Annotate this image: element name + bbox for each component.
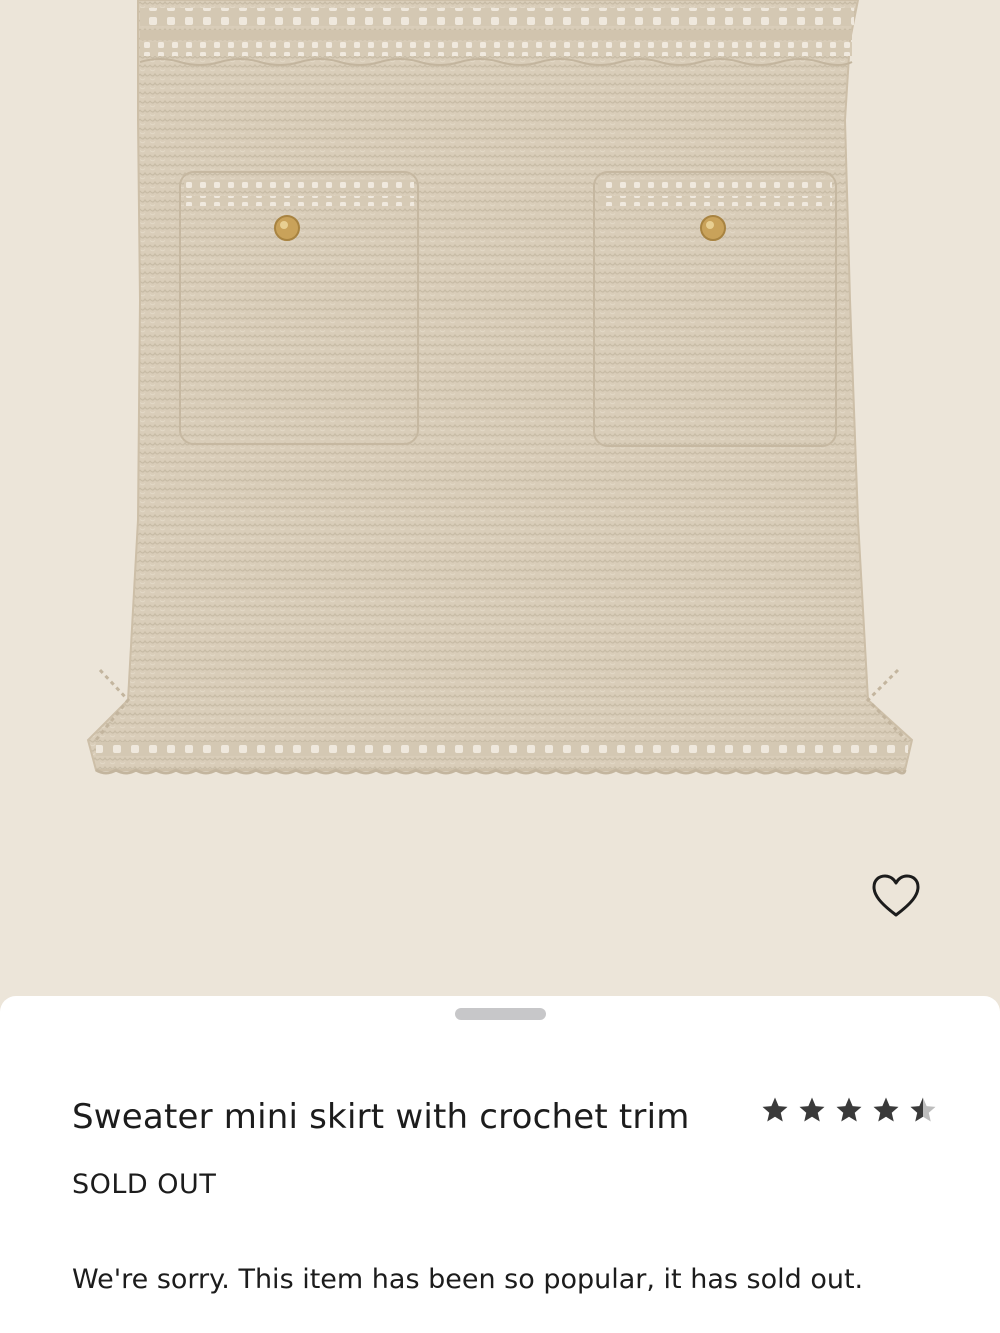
left-pocket-button: [274, 215, 300, 241]
favorite-button[interactable]: [870, 872, 922, 920]
sheet-drag-handle[interactable]: [455, 1008, 546, 1020]
hem-eyelets: [96, 742, 908, 756]
star-icon: [799, 1097, 825, 1122]
star-half-icon: [910, 1097, 936, 1122]
product-info-sheet: Sweater mini skirt with crochet trim SOL…: [0, 996, 1000, 1333]
stock-status: SOLD OUT: [72, 1169, 217, 1200]
product-image[interactable]: [0, 0, 1000, 1010]
rating-stars[interactable]: [760, 1092, 938, 1128]
star-icon: [836, 1097, 862, 1122]
sold-out-message: We're sorry. This item has been so popul…: [72, 1264, 864, 1295]
waistband-eyelets: [140, 8, 854, 26]
star-icon: [762, 1097, 788, 1122]
star-icon: [873, 1097, 899, 1122]
left-pocket: [179, 171, 419, 445]
right-pocket: [593, 171, 837, 447]
product-title: Sweater mini skirt with crochet trim: [72, 1097, 690, 1137]
skirt-illustration: [86, 0, 914, 775]
heart-outline-icon: [872, 874, 920, 917]
right-pocket-button: [700, 215, 726, 241]
